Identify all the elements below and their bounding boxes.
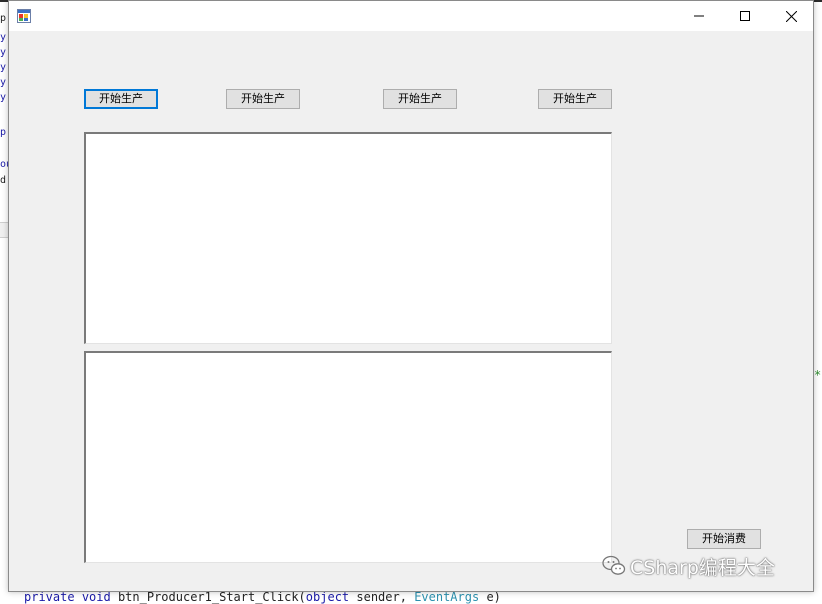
producer2-start-button[interactable]: 开始生产 [226, 89, 300, 109]
producer4-start-button[interactable]: 开始生产 [538, 89, 612, 109]
ide-gutter-line: y [0, 62, 7, 73]
minimize-icon [694, 15, 704, 17]
close-icon [785, 10, 797, 22]
producer-log-textbox[interactable] [84, 132, 612, 344]
code-keyword: void [81, 590, 111, 604]
ide-gutter-line: p [0, 127, 7, 138]
ide-gutter-line: y [0, 32, 7, 43]
form-window: 开始生产 开始生产 开始生产 开始生产 开始消费 [8, 0, 814, 592]
watermark: CSharp编程大全 [602, 553, 775, 579]
producer3-start-button[interactable]: 开始生产 [383, 89, 457, 109]
ide-code-line: private void btn_Producer1_Start_Click(o… [24, 590, 501, 604]
maximize-icon [740, 11, 750, 21]
watermark-text: CSharp编程大全 [630, 556, 775, 579]
minimize-button[interactable] [676, 1, 722, 31]
code-argument: sender, [349, 590, 415, 604]
consumer-log-textbox[interactable] [84, 351, 612, 563]
ide-gutter-line: d [0, 175, 7, 186]
producer1-start-button[interactable]: 开始生产 [84, 89, 158, 109]
ide-gutter-line: y [0, 92, 7, 103]
maximize-button[interactable] [722, 1, 768, 31]
title-bar[interactable] [9, 1, 813, 31]
app-icon [17, 9, 31, 23]
ide-modified-mark: * [814, 368, 822, 382]
ide-gutter-line: y [0, 77, 7, 88]
code-keyword: object [305, 590, 350, 604]
ide-gutter-line: p [0, 13, 7, 24]
ide-gutter-line: y [0, 47, 7, 58]
code-keyword: private [24, 590, 75, 604]
code-type: EventArgs [414, 590, 480, 604]
consumer-start-button[interactable]: 开始消费 [687, 529, 761, 549]
close-button[interactable] [768, 1, 814, 31]
code-method: btn_Producer1_Start_Click( [110, 590, 306, 604]
code-argument: e) [479, 590, 501, 604]
wechat-icon [602, 555, 626, 575]
